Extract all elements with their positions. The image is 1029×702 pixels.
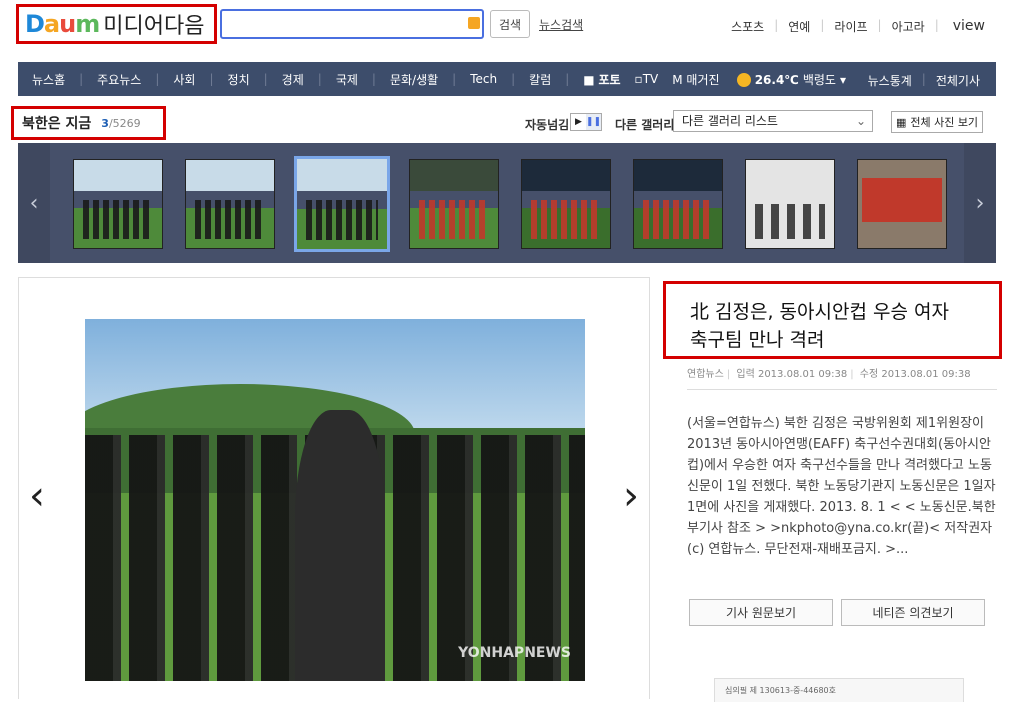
nav-politics[interactable]: 정치 xyxy=(228,71,250,88)
main-photo-panel: YONHAPNEWS ‹ › xyxy=(18,277,650,699)
strip-next-icon[interactable]: › xyxy=(964,143,996,263)
article-actions: 기사 원문보기 네티즌 의견보기 xyxy=(689,599,985,626)
view-original-button[interactable]: 기사 원문보기 xyxy=(689,599,833,626)
logo-text: 미디어다음 xyxy=(103,14,205,39)
thumbnail-6[interactable] xyxy=(633,159,723,249)
nav-society[interactable]: 사회 xyxy=(173,71,195,88)
nav-top-news[interactable]: 주요뉴스 xyxy=(97,71,141,88)
main-nav: 뉴스홈 | 주요뉴스 | 사회 | 정치 | 경제 | 국제 | 문화/생활 | Tech | … xyxy=(18,62,996,96)
nav-world[interactable]: 국제 xyxy=(336,71,358,88)
other-gallery-label: 다른 갤러리 xyxy=(615,118,675,132)
topnav-view[interactable]: view xyxy=(953,18,985,35)
nav-magazine[interactable]: M 매거진 xyxy=(672,71,719,88)
gallery-count: 3/5269 xyxy=(101,116,141,130)
weather-widget[interactable]: 26.4℃ 백령도 ▾ xyxy=(736,71,846,88)
thumbnail-2[interactable] xyxy=(185,159,275,249)
autoplay-label: 자동넘김 xyxy=(525,118,570,132)
article-edit-time: 수정 2013.08.01 09:38 xyxy=(859,369,971,380)
main-photo[interactable]: YONHAPNEWS xyxy=(85,319,585,681)
article-body: (서울=연합뉴스) 북한 김정은 국방위원회 제1위원장이 2013년 동아시아… xyxy=(687,416,996,557)
logo[interactable]: Daum 미디어다음 xyxy=(16,4,217,44)
thumbnail-5[interactable] xyxy=(521,159,611,249)
gallery-title-box: 북한은 지금 3/5269 xyxy=(11,106,166,140)
strip-prev-icon[interactable]: ‹ xyxy=(18,143,50,263)
autoplay-controls: ▶ ❚❚ xyxy=(570,113,602,131)
photo-prev-icon[interactable]: ‹ xyxy=(29,473,45,519)
news-search-link[interactable]: 뉴스검색 xyxy=(539,16,583,33)
sun-icon xyxy=(736,72,751,87)
nav-all-articles[interactable]: 전체기사 xyxy=(936,72,980,89)
article-headline: 北 김정은, 동아시안컵 우승 여자 축구팀 만나 격려 xyxy=(663,281,1002,359)
all-photos-button[interactable]: ▦ 전체 사진 보기 xyxy=(891,111,983,133)
article-meta: 연합뉴스 | 입력 2013.08.01 09:38 | 수정 2013.08.01… xyxy=(687,369,971,380)
thumbnail-1[interactable] xyxy=(73,159,163,249)
article-source[interactable]: 연합뉴스 xyxy=(687,369,724,380)
article-input-time: 입력 2013.08.01 09:38 xyxy=(736,369,848,380)
gallery-select[interactable]: 다른 갤러리 리스트 ⌄ xyxy=(673,110,873,132)
top-header: Daum 미디어다음 검색 뉴스검색 스포츠 | 연예 | 라이프 | 아고라 | vi… xyxy=(0,0,1029,52)
ad-banner[interactable]: 심의필 제 130613-중-44680호 xyxy=(714,678,964,702)
nav-tech[interactable]: Tech xyxy=(470,72,497,86)
nav-column[interactable]: 칼럼 xyxy=(529,71,551,88)
thumbnail-7[interactable] xyxy=(745,159,835,249)
chevron-down-icon: ⌄ xyxy=(855,114,866,128)
nav-tv[interactable]: ▫TV xyxy=(635,72,659,86)
keyboard-icon[interactable] xyxy=(468,17,480,29)
topnav-sports[interactable]: 스포츠 xyxy=(731,18,764,35)
top-nav: 스포츠 | 연예 | 라이프 | 아고라 | view xyxy=(731,18,985,35)
gallery-bar: 북한은 지금 3/5269 자동넘김 ▶ ❚❚ 다른 갤러리 다른 갤러리 리스… xyxy=(0,104,1029,140)
pause-icon[interactable]: ❚❚ xyxy=(585,114,601,130)
nav-newshome[interactable]: 뉴스홈 xyxy=(32,71,65,88)
thumbnail-8[interactable] xyxy=(857,159,947,249)
nav-news-stats[interactable]: 뉴스통계 xyxy=(868,72,912,89)
search-button[interactable]: 검색 xyxy=(490,10,530,38)
search-input[interactable] xyxy=(220,9,484,39)
grid-icon: ▦ xyxy=(895,115,907,129)
topnav-agora[interactable]: 아고라 xyxy=(892,18,925,35)
thumbnail-strip: ‹ › xyxy=(18,143,996,263)
play-icon[interactable]: ▶ xyxy=(571,114,586,130)
view-comments-button[interactable]: 네티즌 의견보기 xyxy=(841,599,985,626)
weather-city: 백령도 xyxy=(802,73,836,87)
thumbnail-4[interactable] xyxy=(409,159,499,249)
daum-logo: Daum xyxy=(25,10,100,38)
weather-temp: 26.4℃ xyxy=(754,72,799,87)
nav-photo[interactable]: ■ 포토 xyxy=(583,71,620,88)
thumbnail-3-active[interactable] xyxy=(294,156,390,252)
divider xyxy=(687,389,997,390)
nav-economy[interactable]: 경제 xyxy=(282,71,304,88)
gallery-title: 북한은 지금 xyxy=(22,116,92,132)
topnav-life[interactable]: 라이프 xyxy=(834,18,867,35)
topnav-entertainment[interactable]: 연예 xyxy=(788,18,810,35)
nav-right: 뉴스통계 | 전체기사 xyxy=(867,72,980,89)
chevron-down-icon: ▾ xyxy=(839,72,846,87)
photo-next-icon[interactable]: › xyxy=(623,473,639,519)
photo-watermark: YONHAPNEWS xyxy=(458,645,571,661)
nav-culture[interactable]: 문화/생활 xyxy=(390,71,438,88)
